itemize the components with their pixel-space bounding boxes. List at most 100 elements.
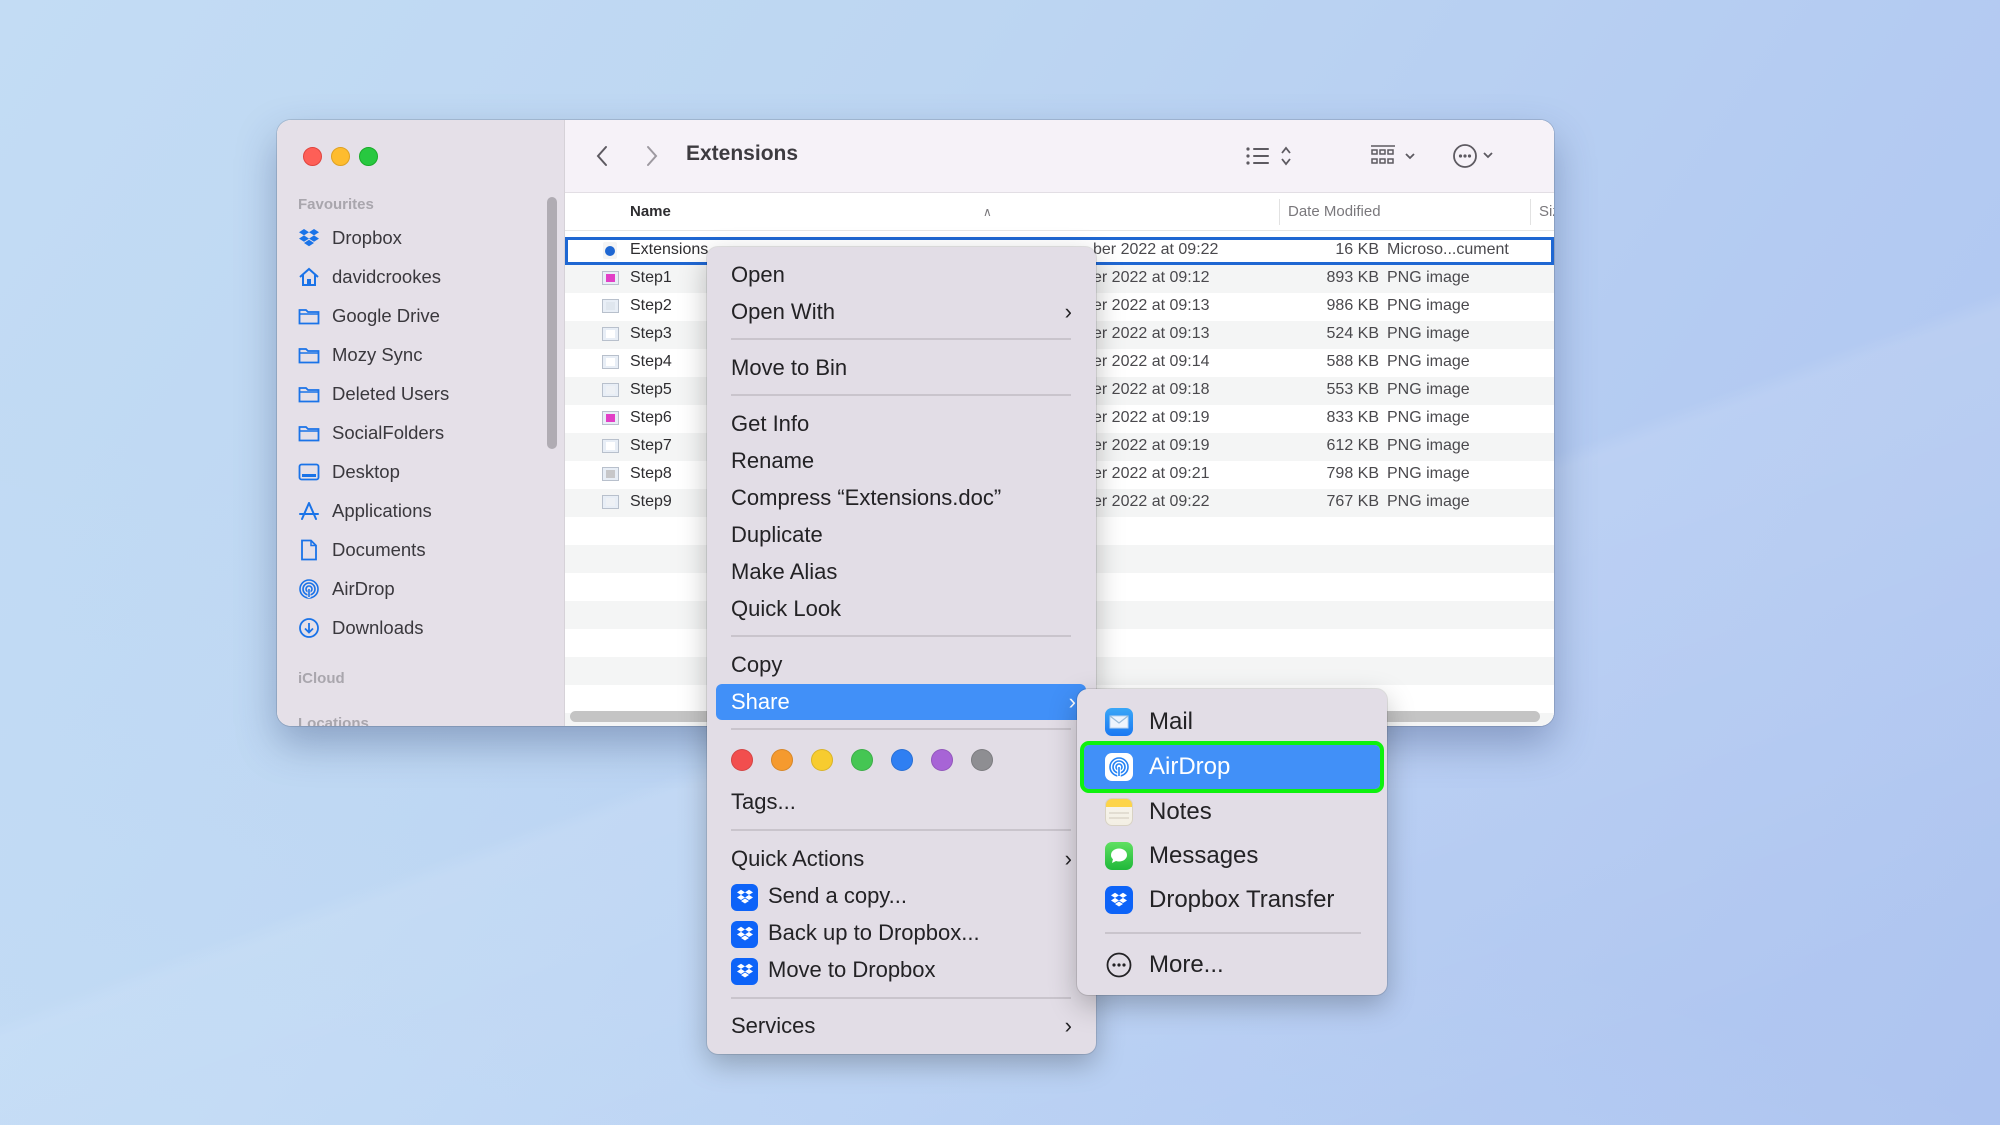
menu-item-rename[interactable]: Rename xyxy=(731,443,814,479)
menu-item-duplicate[interactable]: Duplicate xyxy=(731,517,823,553)
menu-item-move-to-bin[interactable]: Move to Bin xyxy=(731,350,847,386)
file-date: er 2022 at 09:18 xyxy=(1093,381,1210,398)
file-date: er 2022 at 09:19 xyxy=(1093,437,1210,454)
folder-icon xyxy=(298,344,320,366)
sidebar-item-dropbox[interactable]: Dropbox xyxy=(298,220,402,256)
menu-item-open[interactable]: Open xyxy=(731,257,785,293)
file-kind: PNG image xyxy=(1387,493,1470,510)
sidebar-section-locations: Locations xyxy=(298,715,369,726)
menu-item-send-copy[interactable]: Send a copy... xyxy=(731,878,907,914)
sidebar-item-downloads[interactable]: Downloads xyxy=(298,610,424,646)
column-date-modified[interactable]: Date Modified xyxy=(1288,203,1381,220)
sidebar-item-label: Applications xyxy=(332,500,432,521)
share-item-mail[interactable]: Mail xyxy=(1105,702,1193,742)
file-kind: PNG image xyxy=(1387,297,1470,314)
menu-item-move-to-dropbox[interactable]: Move to Dropbox xyxy=(731,952,936,988)
share-item-label: AirDrop xyxy=(1149,753,1231,780)
sidebar-item-deleted-users[interactable]: Deleted Users xyxy=(298,376,449,412)
column-name[interactable]: Name xyxy=(630,203,671,220)
sidebar-item-label: AirDrop xyxy=(332,578,395,599)
sidebar: Favourites Dropbox davidcrookes Google D… xyxy=(277,120,565,726)
dropbox-icon xyxy=(731,957,758,985)
share-item-dropbox-transfer[interactable]: Dropbox Transfer xyxy=(1105,880,1334,920)
more-actions-icon xyxy=(1453,144,1493,168)
share-item-more[interactable]: More... xyxy=(1105,945,1224,985)
file-size: 588 KB xyxy=(1326,353,1379,370)
menu-item-label: Open With xyxy=(731,299,835,324)
forward-button[interactable] xyxy=(645,140,659,172)
minimize-button[interactable] xyxy=(331,147,350,166)
file-kind: PNG image xyxy=(1387,409,1470,426)
share-item-label: More... xyxy=(1149,951,1224,978)
menu-item-label: Back up to Dropbox... xyxy=(768,920,980,945)
sidebar-item-airdrop[interactable]: AirDrop xyxy=(298,571,395,607)
menu-separator xyxy=(731,394,1071,396)
menu-item-back-up-to-dropbox[interactable]: Back up to Dropbox... xyxy=(731,915,980,951)
menu-item-services[interactable]: Services › xyxy=(716,1008,1087,1044)
menu-item-get-info[interactable]: Get Info xyxy=(731,406,809,442)
sidebar-item-applications[interactable]: Applications xyxy=(298,493,432,529)
tag-green[interactable] xyxy=(851,749,873,771)
sidebar-item-socialfolders[interactable]: SocialFolders xyxy=(298,415,444,451)
tag-colors xyxy=(731,747,1051,773)
share-item-airdrop[interactable]: AirDrop xyxy=(1105,747,1230,787)
chevron-right-icon: › xyxy=(1064,299,1072,324)
sidebar-item-davidcrookes[interactable]: davidcrookes xyxy=(298,259,441,295)
view-options-button[interactable] xyxy=(1245,140,1293,172)
menu-item-quick-actions[interactable]: Quick Actions › xyxy=(716,841,1087,877)
tag-blue[interactable] xyxy=(891,749,913,771)
share-item-messages[interactable]: Messages xyxy=(1105,836,1258,876)
file-size: 612 KB xyxy=(1326,437,1379,454)
menu-separator xyxy=(731,728,1071,730)
group-button[interactable] xyxy=(1370,140,1420,172)
home-icon xyxy=(298,266,320,288)
file-date: er 2022 at 09:13 xyxy=(1093,325,1210,342)
context-menu: Open Open With › Move to Bin Get Info Re… xyxy=(707,247,1096,1054)
menu-item-open-with[interactable]: Open With › xyxy=(716,294,1087,330)
menu-item-make-alias[interactable]: Make Alias xyxy=(731,554,837,590)
tag-gray[interactable] xyxy=(971,749,993,771)
sidebar-scrollbar[interactable] xyxy=(547,197,557,449)
menu-item-tags[interactable]: Tags... xyxy=(731,784,796,820)
sidebar-item-google-drive[interactable]: Google Drive xyxy=(298,298,440,334)
menu-item-label: Services xyxy=(731,1013,816,1038)
sidebar-item-desktop[interactable]: Desktop xyxy=(298,454,400,490)
close-button[interactable] xyxy=(303,147,322,166)
menu-item-compress[interactable]: Compress “Extensions.doc” xyxy=(731,480,1001,516)
tag-purple[interactable] xyxy=(931,749,953,771)
png-file-icon xyxy=(602,383,619,397)
action-button[interactable] xyxy=(1452,140,1502,172)
sidebar-item-label: Deleted Users xyxy=(332,383,450,404)
png-file-icon xyxy=(602,327,619,341)
mail-icon xyxy=(1105,708,1133,736)
file-kind: PNG image xyxy=(1387,381,1470,398)
sidebar-item-label: Downloads xyxy=(332,617,424,638)
chevron-right-icon: › xyxy=(1064,1013,1072,1038)
menu-item-share[interactable]: Share › xyxy=(716,684,1086,720)
sidebar-item-label: Desktop xyxy=(332,461,400,482)
document-icon xyxy=(298,539,320,561)
share-item-label: Messages xyxy=(1149,842,1259,869)
share-item-notes[interactable]: Notes xyxy=(1105,792,1212,832)
menu-item-copy[interactable]: Copy xyxy=(731,647,782,683)
column-size[interactable]: Size xyxy=(1539,203,1554,220)
file-size: 833 KB xyxy=(1326,409,1379,426)
sidebar-item-mozy-sync[interactable]: Mozy Sync xyxy=(298,337,422,373)
sort-ascending-icon: ∧ xyxy=(983,205,992,219)
folder-icon xyxy=(298,422,320,444)
file-name: Step5 xyxy=(630,381,672,398)
tag-orange[interactable] xyxy=(771,749,793,771)
sidebar-item-label: Mozy Sync xyxy=(332,344,423,365)
file-size: 893 KB xyxy=(1326,269,1379,286)
zoom-button[interactable] xyxy=(359,147,378,166)
png-file-icon xyxy=(602,495,619,509)
folder-icon xyxy=(298,383,320,405)
tag-red[interactable] xyxy=(731,749,753,771)
menu-item-quick-look[interactable]: Quick Look xyxy=(731,591,841,627)
group-icon xyxy=(1371,145,1415,164)
sidebar-item-documents[interactable]: Documents xyxy=(298,532,426,568)
back-icon xyxy=(596,146,607,166)
back-button[interactable] xyxy=(595,140,609,172)
airdrop-icon xyxy=(1105,753,1133,781)
tag-yellow[interactable] xyxy=(811,749,833,771)
